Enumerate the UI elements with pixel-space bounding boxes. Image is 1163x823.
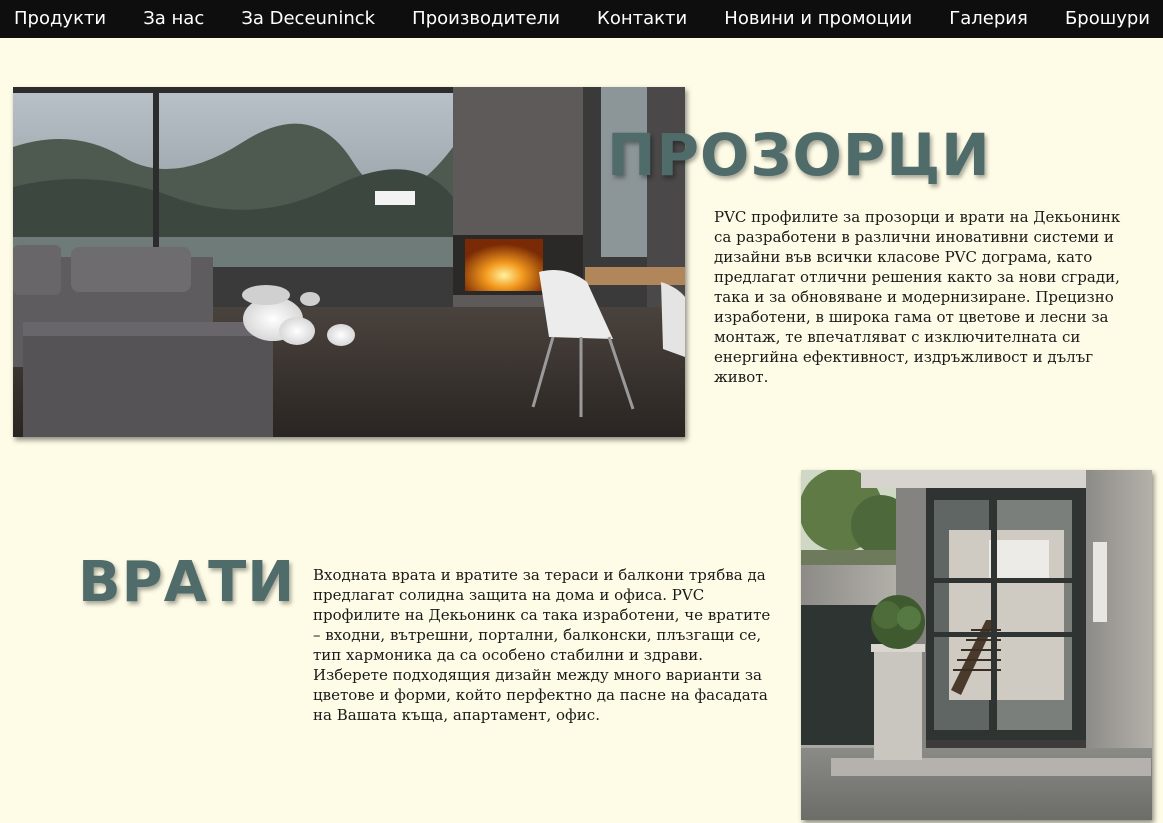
doors-heading: ВРАТИ: [78, 550, 296, 615]
windows-description: PVC профилите за прозорци и врати на Дек…: [714, 208, 1121, 386]
nav-item-manufacturers[interactable]: Производители: [412, 0, 560, 38]
nav-item-brochures[interactable]: Брошури: [1065, 0, 1150, 38]
main-nav: Продукти За нас За Deceuninck Производит…: [0, 0, 1163, 38]
living-room-windows-photo: [13, 87, 685, 437]
nav-item-deceuninck[interactable]: За Deceuninck: [241, 0, 375, 38]
nav-item-about[interactable]: За нас: [143, 0, 204, 38]
nav-item-contacts[interactable]: Контакти: [597, 0, 687, 38]
nav-item-gallery[interactable]: Галерия: [949, 0, 1028, 38]
nav-item-products[interactable]: Продукти: [14, 0, 106, 38]
doors-description: Входната врата и вратите за тераси и бал…: [313, 566, 771, 724]
entrance-door-photo: [801, 470, 1152, 820]
windows-heading: ПРОЗОРЦИ: [607, 121, 991, 189]
nav-item-news[interactable]: Новини и промоции: [724, 0, 912, 38]
